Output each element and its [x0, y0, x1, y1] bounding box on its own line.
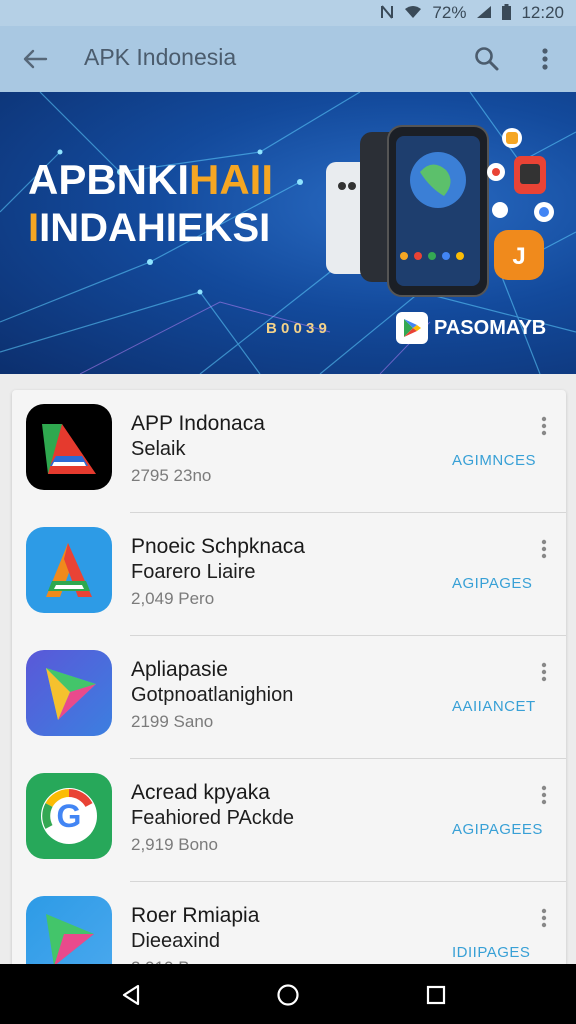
- banner-brand-text: PASOMAYB: [434, 316, 547, 339]
- back-nav-icon[interactable]: [114, 978, 148, 1012]
- recents-nav-icon[interactable]: [419, 978, 453, 1012]
- app-subtitle: Foarero Liaire: [131, 561, 256, 583]
- manage-button[interactable]: AGIPAGEES: [452, 821, 543, 838]
- svg-text:J: J: [512, 243, 525, 270]
- battery-percent: 72%: [432, 3, 467, 22]
- page-title: APK Indonesia: [84, 44, 237, 70]
- app-meta: 2,049 Pero: [131, 589, 215, 608]
- play-store-icon: [396, 312, 428, 344]
- search-icon[interactable]: [470, 42, 504, 76]
- app-subtitle: Selaik: [131, 438, 186, 460]
- banner-headline: APBNKIHAII: [28, 158, 273, 202]
- banner-right-footer: PASOMAYB: [396, 312, 546, 344]
- app-meta: 2199 Sano: [131, 712, 214, 731]
- banner-subhead-bar: I: [28, 206, 40, 250]
- more-vert-icon[interactable]: [532, 414, 556, 438]
- manage-button[interactable]: AAIIANCET: [452, 698, 536, 715]
- play-triangle-icon: [26, 650, 112, 736]
- app-name: Acread kpyaka: [131, 781, 270, 804]
- phones-illustration: J: [326, 125, 554, 297]
- promo-banner[interactable]: J APBNKIHAII IINDAHIEKSI B 0 0 3 9 PASOM…: [0, 92, 576, 374]
- app-bar: APK Indonesia: [0, 26, 576, 92]
- app-name: Apliapasie: [131, 658, 228, 681]
- manage-button[interactable]: IDIIPAGES: [452, 944, 530, 961]
- banner-left-footer: B 0 0 3 9: [266, 320, 327, 337]
- manage-button[interactable]: AGIPAGES: [452, 575, 532, 592]
- list-item[interactable]: APP Indonaca Selaik 2795 23no AGIMNCES: [12, 390, 566, 513]
- app-name: Roer Rmiapia: [131, 904, 260, 927]
- list-item[interactable]: Pnoeic Schpknaca Foarero Liaire 2,049 Pe…: [12, 513, 566, 636]
- blue-orange-triangle-icon: [26, 527, 112, 613]
- battery-icon: [502, 3, 512, 23]
- banner-subhead-text: INDAHIEKSI: [39, 206, 271, 250]
- home-nav-icon[interactable]: [271, 978, 305, 1012]
- banner-headline-accent: HAII: [189, 156, 274, 203]
- status-bar: 72% 12:20: [0, 0, 576, 26]
- list-item[interactable]: G Acread kpyaka Feahiored PAckde 2,919 B…: [12, 759, 566, 882]
- status-time: 12:20: [521, 3, 564, 22]
- more-vert-icon[interactable]: [532, 660, 556, 684]
- nfc-icon: [380, 4, 394, 23]
- signal-icon: [476, 5, 492, 22]
- banner-headline-part1: APBNKI: [28, 156, 190, 203]
- app-meta: 2,919 Bono: [131, 835, 218, 854]
- app-list-card: APP Indonaca Selaik 2795 23no AGIMNCES P…: [12, 390, 566, 990]
- green-red-triangle-icon: [26, 404, 112, 490]
- app-subtitle: Gotpnoatlanighion: [131, 684, 294, 706]
- wifi-icon: [404, 5, 422, 22]
- svg-text:G: G: [57, 798, 82, 834]
- google-g-icon: G: [26, 773, 112, 859]
- more-vert-icon[interactable]: [532, 537, 556, 561]
- banner-subhead: IINDAHIEKSI: [28, 206, 270, 250]
- app-meta: 2795 23no: [131, 466, 212, 485]
- list-item[interactable]: Apliapasie Gotpnoatlanighion 2199 Sano A…: [12, 636, 566, 759]
- system-nav-bar: [0, 964, 576, 1024]
- app-subtitle: Dieeaxind: [131, 930, 220, 952]
- manage-button[interactable]: AGIMNCES: [452, 452, 536, 469]
- back-arrow-icon[interactable]: [18, 42, 52, 76]
- more-vert-icon[interactable]: [528, 42, 562, 76]
- app-name: APP Indonaca: [131, 412, 265, 435]
- app-subtitle: Feahiored PAckde: [131, 807, 295, 829]
- more-vert-icon[interactable]: [532, 906, 556, 930]
- more-vert-icon[interactable]: [532, 783, 556, 807]
- app-name: Pnoeic Schpknaca: [131, 535, 305, 558]
